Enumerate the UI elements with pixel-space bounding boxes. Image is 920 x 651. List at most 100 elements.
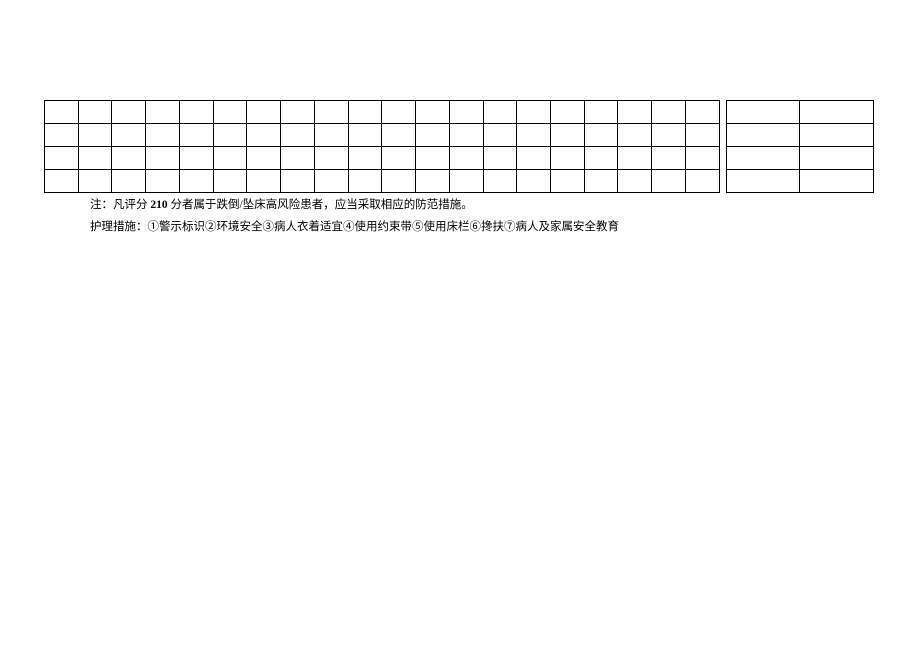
table-cell [146,101,180,124]
table-cell [281,101,315,124]
table-cell [584,170,618,193]
table-cell [314,101,348,124]
table-cell [685,101,719,124]
table-cell [314,147,348,170]
note1-prefix: 注：凡评分 [90,199,150,211]
table-cell [213,170,247,193]
table-cell [517,101,551,124]
table-cell [78,124,112,147]
table-cell [551,147,585,170]
table-cell [281,124,315,147]
table-row [45,101,874,124]
table-cell [348,147,382,170]
table-cell-wide [800,147,874,170]
table-cell [483,170,517,193]
table-cell [348,124,382,147]
table-cell [483,124,517,147]
table-cell [213,147,247,170]
table-cell [281,170,315,193]
table-cell-wide [726,101,800,124]
table-cell [45,101,79,124]
table-cell [382,147,416,170]
note-line-2: 护理措施：①警示标识②环境安全③病人衣着适宜④使用约束带⑤使用床栏⑥搀扶⑦病人及… [90,218,619,238]
table-cell [584,147,618,170]
note-line-1: 注：凡评分 210 分者属于跌倒/坠床高风险患者，应当采取相应的防范措施。 [90,196,619,216]
table-cell [551,170,585,193]
table-cell [517,124,551,147]
table-gap [719,101,726,124]
table-cell [146,147,180,170]
table-cell [685,147,719,170]
note1-score: 210 [150,199,167,211]
table-cell [213,101,247,124]
table-gap [719,124,726,147]
table-cell [382,124,416,147]
table-cell [179,170,213,193]
table-cell [179,147,213,170]
table-cell [45,124,79,147]
table-cell [78,147,112,170]
table-cell [416,170,450,193]
table-cell [449,170,483,193]
empty-grid-table [44,100,874,193]
table-cell [112,170,146,193]
table-cell-wide [726,170,800,193]
table-cell [584,124,618,147]
table-cell-wide [800,101,874,124]
table-cell [179,124,213,147]
table-cell [112,101,146,124]
table-cell [652,170,686,193]
table-cell [618,124,652,147]
table-cell [112,147,146,170]
table-cell [551,124,585,147]
table-cell [45,147,79,170]
footer-notes: 注：凡评分 210 分者属于跌倒/坠床高风险患者，应当采取相应的防范措施。 护理… [90,196,619,239]
table-cell [78,101,112,124]
table-cell [247,170,281,193]
table-cell-wide [800,170,874,193]
table-cell [551,101,585,124]
table-cell [416,124,450,147]
table-cell [652,101,686,124]
table-cell [146,124,180,147]
table-cell [517,170,551,193]
table-cell-wide [726,147,800,170]
table-cell [146,170,180,193]
table-row [45,170,874,193]
table-cell [618,101,652,124]
table-cell [179,101,213,124]
table-cell [314,124,348,147]
table-cell [382,170,416,193]
table-cell [112,124,146,147]
table-cell [247,101,281,124]
table-cell [517,147,551,170]
table-cell [618,170,652,193]
table-cell [584,101,618,124]
table-cell [483,101,517,124]
table-cell [685,124,719,147]
table-cell [652,147,686,170]
table-cell [45,170,79,193]
table-cell [685,170,719,193]
note1-suffix: 分者属于跌倒/坠床高风险患者，应当采取相应的防范措施。 [168,199,473,211]
table-row [45,147,874,170]
table-cell [247,147,281,170]
table-cell [449,124,483,147]
table-cell [416,101,450,124]
table-cell [348,170,382,193]
table-cell [483,147,517,170]
table-gap [719,147,726,170]
table-cell [449,101,483,124]
table-cell [449,147,483,170]
table-cell [652,124,686,147]
table-gap [719,170,726,193]
table-cell [618,147,652,170]
table-cell [78,170,112,193]
table-cell-wide [800,124,874,147]
table-row [45,124,874,147]
table-cell [213,124,247,147]
table-cell [416,147,450,170]
table-cell-wide [726,124,800,147]
table-cell [314,170,348,193]
table-cell [247,124,281,147]
